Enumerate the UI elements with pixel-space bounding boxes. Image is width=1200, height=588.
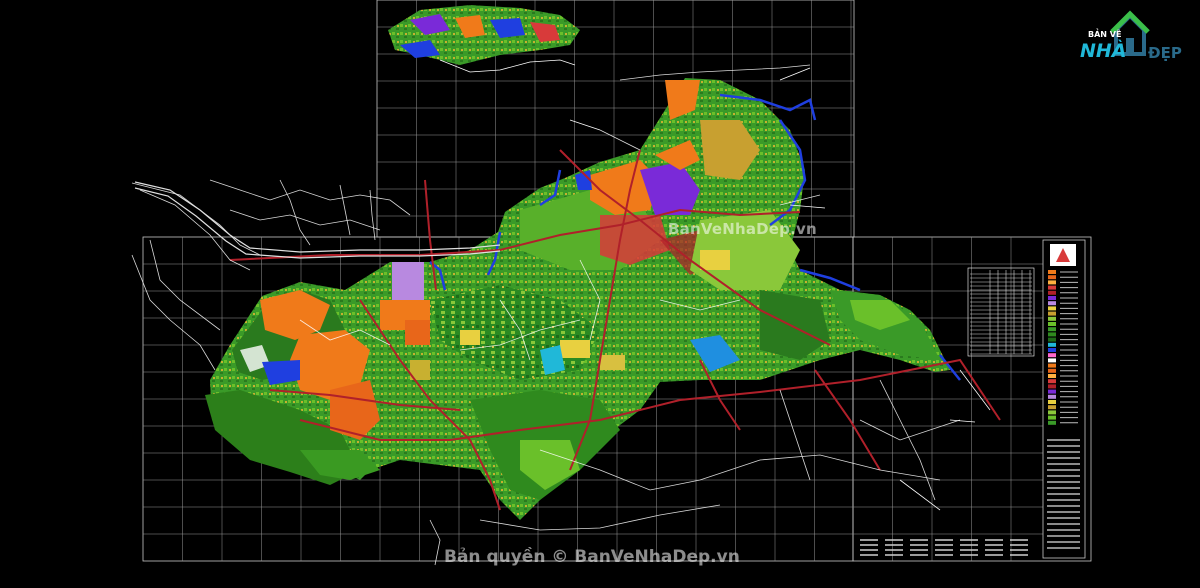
highway — [134, 181, 501, 259]
map-canvas — [131, 0, 1092, 566]
brand-logo[interactable]: BẢN VẼ NHÀ ĐẸP — [1072, 8, 1194, 70]
logo-sub-text: ĐẸP — [1148, 44, 1182, 62]
land-use-table — [967, 267, 1035, 357]
legend-panel — [1042, 239, 1086, 559]
logo-main-text: NHÀ — [1080, 40, 1127, 62]
logo-top-text: BẢN VẼ — [1088, 30, 1122, 39]
watermark-center: BanVeNhaDep.vn — [668, 220, 817, 238]
bottom-notes — [860, 539, 1028, 556]
watermark-copyright: Bản quyền © BanVeNhaDep.vn — [444, 547, 740, 567]
inset-map — [388, 5, 580, 73]
